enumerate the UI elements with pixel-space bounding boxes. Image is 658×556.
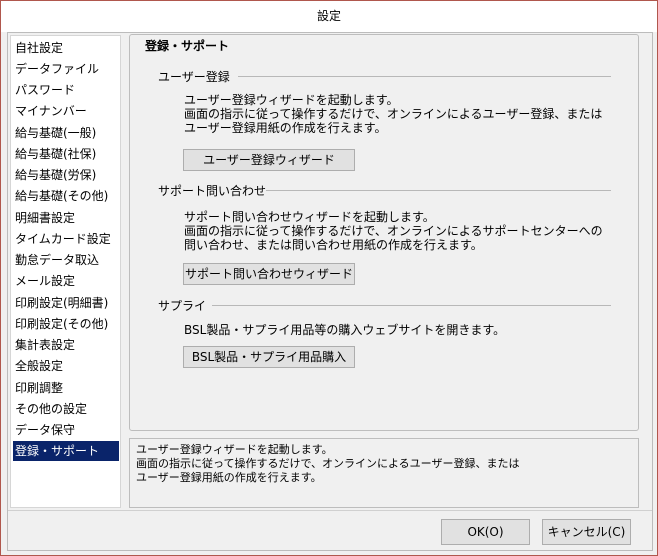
nav-item-password[interactable]: パスワード xyxy=(13,80,119,100)
nav-item-salary-other[interactable]: 給与基礎(その他) xyxy=(13,186,119,206)
panel-title: 登録・サポート xyxy=(142,37,233,54)
nav-item-my-number[interactable]: マイナンバー xyxy=(13,101,119,121)
nav-item-mail[interactable]: メール設定 xyxy=(13,271,119,291)
nav-item-company[interactable]: 自社設定 xyxy=(13,38,119,58)
nav-item-statement[interactable]: 明細書設定 xyxy=(13,208,119,228)
help-text: ユーザー登録ウィザードを起動します。 画面の指示に従って操作するだけで、オンライ… xyxy=(136,443,520,484)
nav-item-data-maintenance[interactable]: データ保守 xyxy=(13,420,119,440)
window-title: 設定 xyxy=(1,1,657,32)
dialog-button-bar: OK(O) キャンセル(C) xyxy=(8,510,652,551)
support-inquiry-wizard-button[interactable]: サポート問い合わせウィザード xyxy=(183,263,355,285)
section-heading-support-inquiry: サポート問い合わせ xyxy=(158,184,267,198)
bsl-supply-purchase-button[interactable]: BSL製品・サプライ用品購入 xyxy=(183,346,355,368)
nav-item-print-adjust[interactable]: 印刷調整 xyxy=(13,378,119,398)
ok-button[interactable]: OK(O) xyxy=(441,519,530,545)
settings-window: 設定 自社設定 データファイル パスワード マイナンバー 給与基礎(一般) 給与… xyxy=(0,0,658,556)
nav-item-general[interactable]: 全般設定 xyxy=(13,356,119,376)
nav-item-print-other[interactable]: 印刷設定(その他) xyxy=(13,314,119,334)
cancel-button[interactable]: キャンセル(C) xyxy=(542,519,631,545)
nav-item-other-settings[interactable]: その他の設定 xyxy=(13,399,119,419)
dialog-body: 自社設定 データファイル パスワード マイナンバー 給与基礎(一般) 給与基礎(… xyxy=(7,32,653,551)
user-registration-description: ユーザー登録ウィザードを起動します。 画面の指示に従って操作するだけで、オンライ… xyxy=(184,93,603,135)
nav-item-summary[interactable]: 集計表設定 xyxy=(13,335,119,355)
support-inquiry-description: サポート問い合わせウィザードを起動します。 画面の指示に従って操作するだけで、オ… xyxy=(184,210,603,252)
registration-support-panel: 登録・サポート ユーザー登録 ユーザー登録ウィザードを起動します。 画面の指示に… xyxy=(129,34,639,431)
section-divider xyxy=(238,76,611,77)
nav-item-registration-support[interactable]: 登録・サポート xyxy=(13,441,119,461)
user-registration-wizard-button[interactable]: ユーザー登録ウィザード xyxy=(183,149,355,171)
nav-item-data-file[interactable]: データファイル xyxy=(13,59,119,79)
supply-description: BSL製品・サプライ用品等の購入ウェブサイトを開きます。 xyxy=(184,323,506,337)
nav-item-timecard[interactable]: タイムカード設定 xyxy=(13,229,119,249)
nav-item-salary-social[interactable]: 給与基礎(社保) xyxy=(13,144,119,164)
section-divider xyxy=(212,305,611,306)
help-description-box: ユーザー登録ウィザードを起動します。 画面の指示に従って操作するだけで、オンライ… xyxy=(129,438,639,508)
nav-item-salary-general[interactable]: 給与基礎(一般) xyxy=(13,123,119,143)
nav-item-salary-labor[interactable]: 給与基礎(労保) xyxy=(13,165,119,185)
section-divider xyxy=(266,190,611,191)
section-heading-user-registration: ユーザー登録 xyxy=(158,70,230,84)
nav-item-print-statement[interactable]: 印刷設定(明細書) xyxy=(13,293,119,313)
nav-item-attendance-import[interactable]: 勤怠データ取込 xyxy=(13,250,119,270)
settings-category-list[interactable]: 自社設定 データファイル パスワード マイナンバー 給与基礎(一般) 給与基礎(… xyxy=(10,35,121,508)
section-heading-supply: サプライ xyxy=(158,299,207,313)
